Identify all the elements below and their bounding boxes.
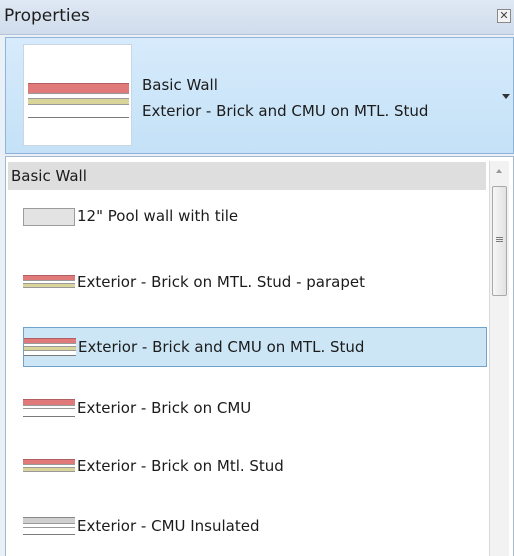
list-item-label: Exterior - Brick on Mtl. Stud bbox=[77, 457, 284, 475]
wall-swatch-icon bbox=[23, 399, 75, 417]
list-item[interactable]: Exterior - Brick on MTL. Stud - parapet bbox=[23, 263, 487, 303]
wall-swatch-icon bbox=[23, 517, 75, 535]
list-item[interactable]: Exterior - CMU Insulated bbox=[23, 507, 487, 547]
grip-icon bbox=[496, 237, 503, 238]
wall-swatch-icon bbox=[23, 208, 75, 226]
group-header: Basic Wall bbox=[8, 162, 486, 190]
list-item-label: Exterior - CMU Insulated bbox=[77, 517, 260, 535]
wall-swatch-icon bbox=[23, 275, 75, 293]
type-selector[interactable]: Basic Wall Exterior - Brick and CMU on M… bbox=[5, 37, 514, 154]
properties-title-bar: Properties ✕ bbox=[0, 0, 514, 35]
scroll-up-arrow-icon[interactable] bbox=[496, 169, 502, 173]
chevron-down-icon[interactable] bbox=[502, 94, 510, 99]
type-family-label: Basic Wall bbox=[142, 76, 218, 94]
list-item-selected[interactable]: Exterior - Brick and CMU on MTL. Stud bbox=[23, 327, 487, 367]
list-item-label: Exterior - Brick on MTL. Stud - parapet bbox=[77, 273, 365, 291]
panel-title: Properties bbox=[4, 6, 90, 26]
list-item[interactable]: Exterior - Brick on Mtl. Stud bbox=[23, 447, 487, 487]
wall-swatch-icon bbox=[23, 459, 75, 477]
list-item-label: Exterior - Brick and CMU on MTL. Stud bbox=[78, 338, 365, 356]
list-item-label: Exterior - Brick on CMU bbox=[77, 399, 252, 417]
close-icon[interactable]: ✕ bbox=[497, 9, 511, 23]
list-item[interactable]: 12" Pool wall with tile bbox=[23, 197, 487, 237]
wall-type-preview bbox=[23, 44, 132, 146]
list-item-label: 12" Pool wall with tile bbox=[77, 207, 239, 225]
type-name-label: Exterior - Brick and CMU on MTL. Stud bbox=[142, 102, 429, 120]
scrollbar-thumb[interactable] bbox=[492, 186, 507, 296]
vertical-scrollbar[interactable] bbox=[489, 161, 509, 556]
list-item[interactable]: Exterior - Brick on CMU bbox=[23, 389, 487, 429]
wall-swatch-icon bbox=[24, 338, 76, 356]
